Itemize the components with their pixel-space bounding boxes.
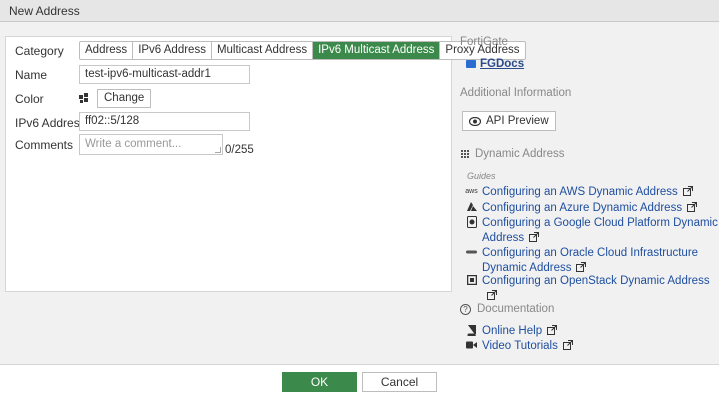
comments-label: Comments bbox=[15, 138, 74, 152]
oracle-icon bbox=[466, 246, 477, 258]
category-option-multicast-address[interactable]: Multicast Address bbox=[212, 42, 314, 59]
guide-link-azure[interactable]: Configuring an Azure Dynamic Address bbox=[466, 201, 698, 216]
video-tutorials-label: Video Tutorials bbox=[482, 340, 558, 352]
online-help-link[interactable]: Online Help bbox=[466, 324, 558, 339]
category-option-ipv6-address[interactable]: IPv6 Address bbox=[133, 42, 212, 59]
additional-info-heading: Additional Information bbox=[460, 87, 572, 99]
window-title: New Address bbox=[0, 0, 719, 22]
fgdocs-label: FGDocs bbox=[480, 58, 525, 70]
cancel-button[interactable]: Cancel bbox=[362, 372, 437, 392]
external-link-icon bbox=[682, 186, 693, 196]
guide-link-label: Configuring an Oracle Cloud Infrastructu… bbox=[482, 247, 699, 274]
guide-link-label: Configuring an AWS Dynamic Address bbox=[482, 186, 678, 198]
dynamic-address-title: Dynamic Address bbox=[475, 148, 565, 160]
guide-link-openstack[interactable]: Configuring an OpenStack Dynamic Address bbox=[466, 274, 719, 304]
external-link-icon bbox=[687, 202, 698, 212]
color-label: Color bbox=[15, 92, 44, 106]
help-circle-icon: ? bbox=[460, 303, 471, 315]
ipv6-address-input[interactable]: ff02::5/128 bbox=[79, 112, 250, 131]
video-camera-icon bbox=[466, 339, 477, 351]
dynamic-address-heading: Dynamic Address bbox=[460, 148, 564, 160]
ok-button[interactable]: OK bbox=[282, 372, 357, 392]
comments-textarea[interactable]: Write a comment... bbox=[79, 134, 223, 155]
fgdocs-icon bbox=[466, 60, 476, 68]
external-link-icon bbox=[547, 325, 558, 335]
aws-icon: aws bbox=[465, 187, 478, 195]
color-swatch-icon bbox=[79, 93, 88, 103]
api-preview-button[interactable]: API Preview bbox=[462, 111, 556, 131]
guide-link-label: Configuring an Azure Dynamic Address bbox=[482, 202, 683, 214]
comments-counter: 0/255 bbox=[225, 144, 254, 156]
name-label: Name bbox=[15, 68, 48, 82]
guide-link-label: Configuring a Google Cloud Platform Dyna… bbox=[482, 217, 718, 244]
external-link-icon bbox=[529, 232, 540, 242]
fgdocs-link[interactable]: FGDocs bbox=[466, 58, 524, 70]
external-link-icon bbox=[487, 290, 497, 300]
ipv6-address-label: IPv6 Address bbox=[15, 116, 86, 130]
category-selector: Address IPv6 Address Multicast Address I… bbox=[79, 41, 526, 60]
fortigate-heading: FortiGate bbox=[460, 36, 508, 48]
category-option-ipv6-multicast-address[interactable]: IPv6 Multicast Address bbox=[313, 42, 441, 59]
resize-grip-icon[interactable] bbox=[215, 147, 221, 153]
eye-icon bbox=[469, 116, 481, 126]
address-form: Category Address IPv6 Address Multicast … bbox=[5, 36, 526, 292]
change-color-button[interactable]: Change bbox=[97, 89, 152, 108]
grid-icon bbox=[460, 150, 469, 159]
openstack-icon bbox=[466, 274, 477, 286]
comments-placeholder: Write a comment... bbox=[85, 138, 182, 150]
category-label: Category bbox=[15, 44, 64, 58]
api-preview-label: API Preview bbox=[486, 115, 549, 127]
video-tutorials-link[interactable]: Video Tutorials bbox=[466, 339, 573, 354]
guides-label: Guides bbox=[467, 171, 496, 181]
category-option-address[interactable]: Address bbox=[80, 42, 134, 59]
guide-link-label: Configuring an OpenStack Dynamic Address bbox=[482, 275, 710, 287]
external-link-icon bbox=[562, 340, 573, 350]
name-input[interactable]: test-ipv6-multicast-addr1 bbox=[79, 65, 250, 84]
dialog-footer: OK Cancel bbox=[0, 364, 719, 398]
guide-link-oracle[interactable]: Configuring an Oracle Cloud Infrastructu… bbox=[466, 246, 719, 276]
documentation-title: Documentation bbox=[477, 303, 555, 315]
gcp-icon bbox=[466, 216, 477, 228]
external-link-icon bbox=[576, 262, 587, 272]
documentation-heading: ? Documentation bbox=[460, 303, 554, 315]
book-icon bbox=[466, 324, 477, 336]
guide-link-gcp[interactable]: Configuring a Google Cloud Platform Dyna… bbox=[466, 216, 719, 246]
online-help-label: Online Help bbox=[482, 325, 543, 337]
azure-icon bbox=[466, 201, 477, 213]
guide-link-aws[interactable]: aws Configuring an AWS Dynamic Address bbox=[465, 185, 693, 200]
